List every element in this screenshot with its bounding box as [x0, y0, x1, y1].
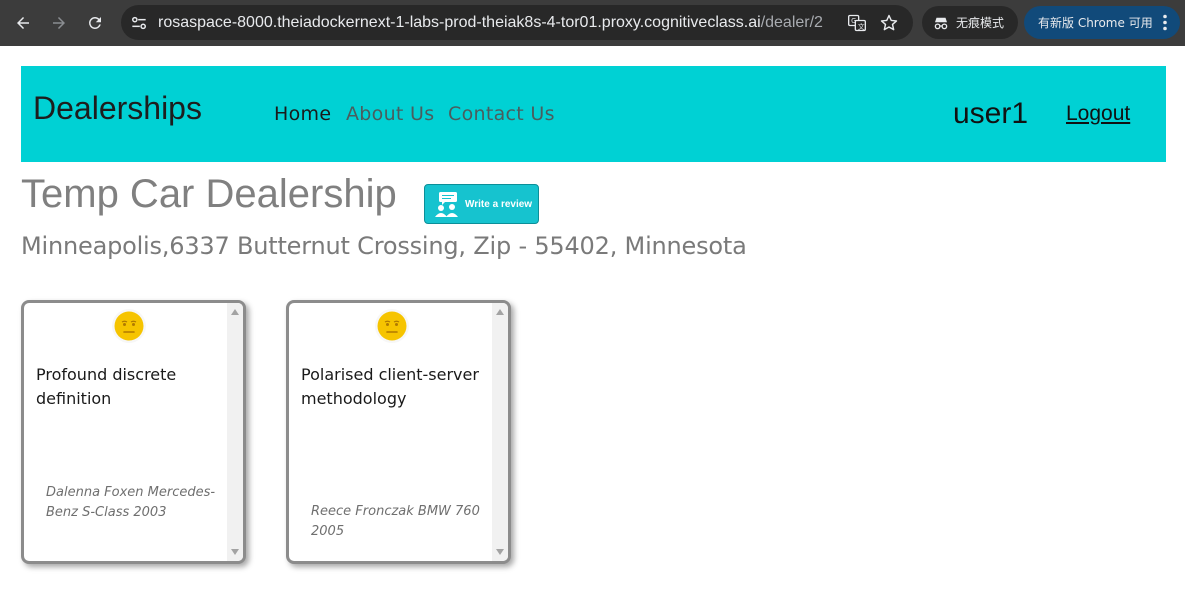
scroll-up-icon[interactable] — [496, 309, 504, 315]
incognito-label: 无痕模式 — [956, 16, 1005, 30]
star-icon[interactable] — [879, 13, 899, 33]
incognito-indicator[interactable]: 无痕模式 — [922, 6, 1018, 39]
svg-text:G: G — [851, 17, 856, 25]
reviewer-car-info: Dalenna Foxen Mercedes-Benz S-Class 2003 — [46, 485, 216, 520]
write-review-label: Write a review — [465, 198, 533, 210]
review-card[interactable]: Polarised client-server methodology Reec… — [286, 300, 511, 564]
translate-icon[interactable]: G 文 — [847, 13, 867, 33]
address-bar[interactable]: rosaspace-8000.theiadockernext-1-labs-pr… — [121, 5, 913, 40]
scroll-up-icon[interactable] — [231, 309, 239, 315]
dealer-name: Temp Car Dealership — [21, 172, 397, 216]
logout-link[interactable]: Logout — [1066, 102, 1130, 126]
write-review-icon — [435, 192, 458, 217]
card-scrollbar[interactable] — [227, 303, 243, 561]
neutral-face-icon — [375, 309, 409, 343]
back-arrow-icon[interactable] — [9, 9, 37, 37]
update-label: 有新版 Chrome 可用 — [1038, 16, 1153, 30]
svg-text:文: 文 — [858, 22, 865, 31]
dealer-address: Minneapolis,6337 Butternut Crossing, Zip… — [21, 232, 747, 260]
forward-arrow-icon[interactable] — [45, 9, 73, 37]
card-scrollbar[interactable] — [492, 303, 508, 561]
browser-toolbar: rosaspace-8000.theiadockernext-1-labs-pr… — [0, 0, 1185, 46]
brand-title[interactable]: Dealerships — [33, 90, 202, 127]
url-path: /dealer/2 — [760, 14, 823, 31]
site-navbar: Dealerships Home About Us Contact Us use… — [21, 66, 1166, 162]
nav-link-about[interactable]: About Us — [346, 103, 434, 125]
username-label: user1 — [953, 97, 1029, 130]
write-review-button[interactable]: Write a review — [424, 184, 539, 224]
review-text: Polarised client-server methodology — [301, 365, 479, 408]
nav-link-home[interactable]: Home — [274, 103, 331, 125]
url-text: rosaspace-8000.theiadockernext-1-labs-pr… — [158, 5, 823, 40]
reload-icon[interactable] — [81, 9, 109, 37]
nav-link-contact[interactable]: Contact Us — [448, 103, 555, 125]
review-card[interactable]: Profound discrete definition Dalenna Fox… — [21, 300, 246, 564]
site-info-icon[interactable] — [129, 13, 149, 33]
reviewer-car-info: Reece Fronczak BMW 760 2005 — [311, 504, 480, 539]
url-host: rosaspace-8000.theiadockernext-1-labs-pr… — [158, 14, 761, 31]
kebab-menu-icon[interactable] — [1162, 14, 1168, 31]
review-text: Profound discrete definition — [36, 365, 177, 408]
neutral-face-icon — [112, 309, 146, 343]
chrome-update-button[interactable]: 有新版 Chrome 可用 — [1024, 6, 1180, 39]
scroll-down-icon[interactable] — [231, 549, 239, 555]
scroll-down-icon[interactable] — [496, 549, 504, 555]
incognito-icon — [934, 17, 948, 29]
